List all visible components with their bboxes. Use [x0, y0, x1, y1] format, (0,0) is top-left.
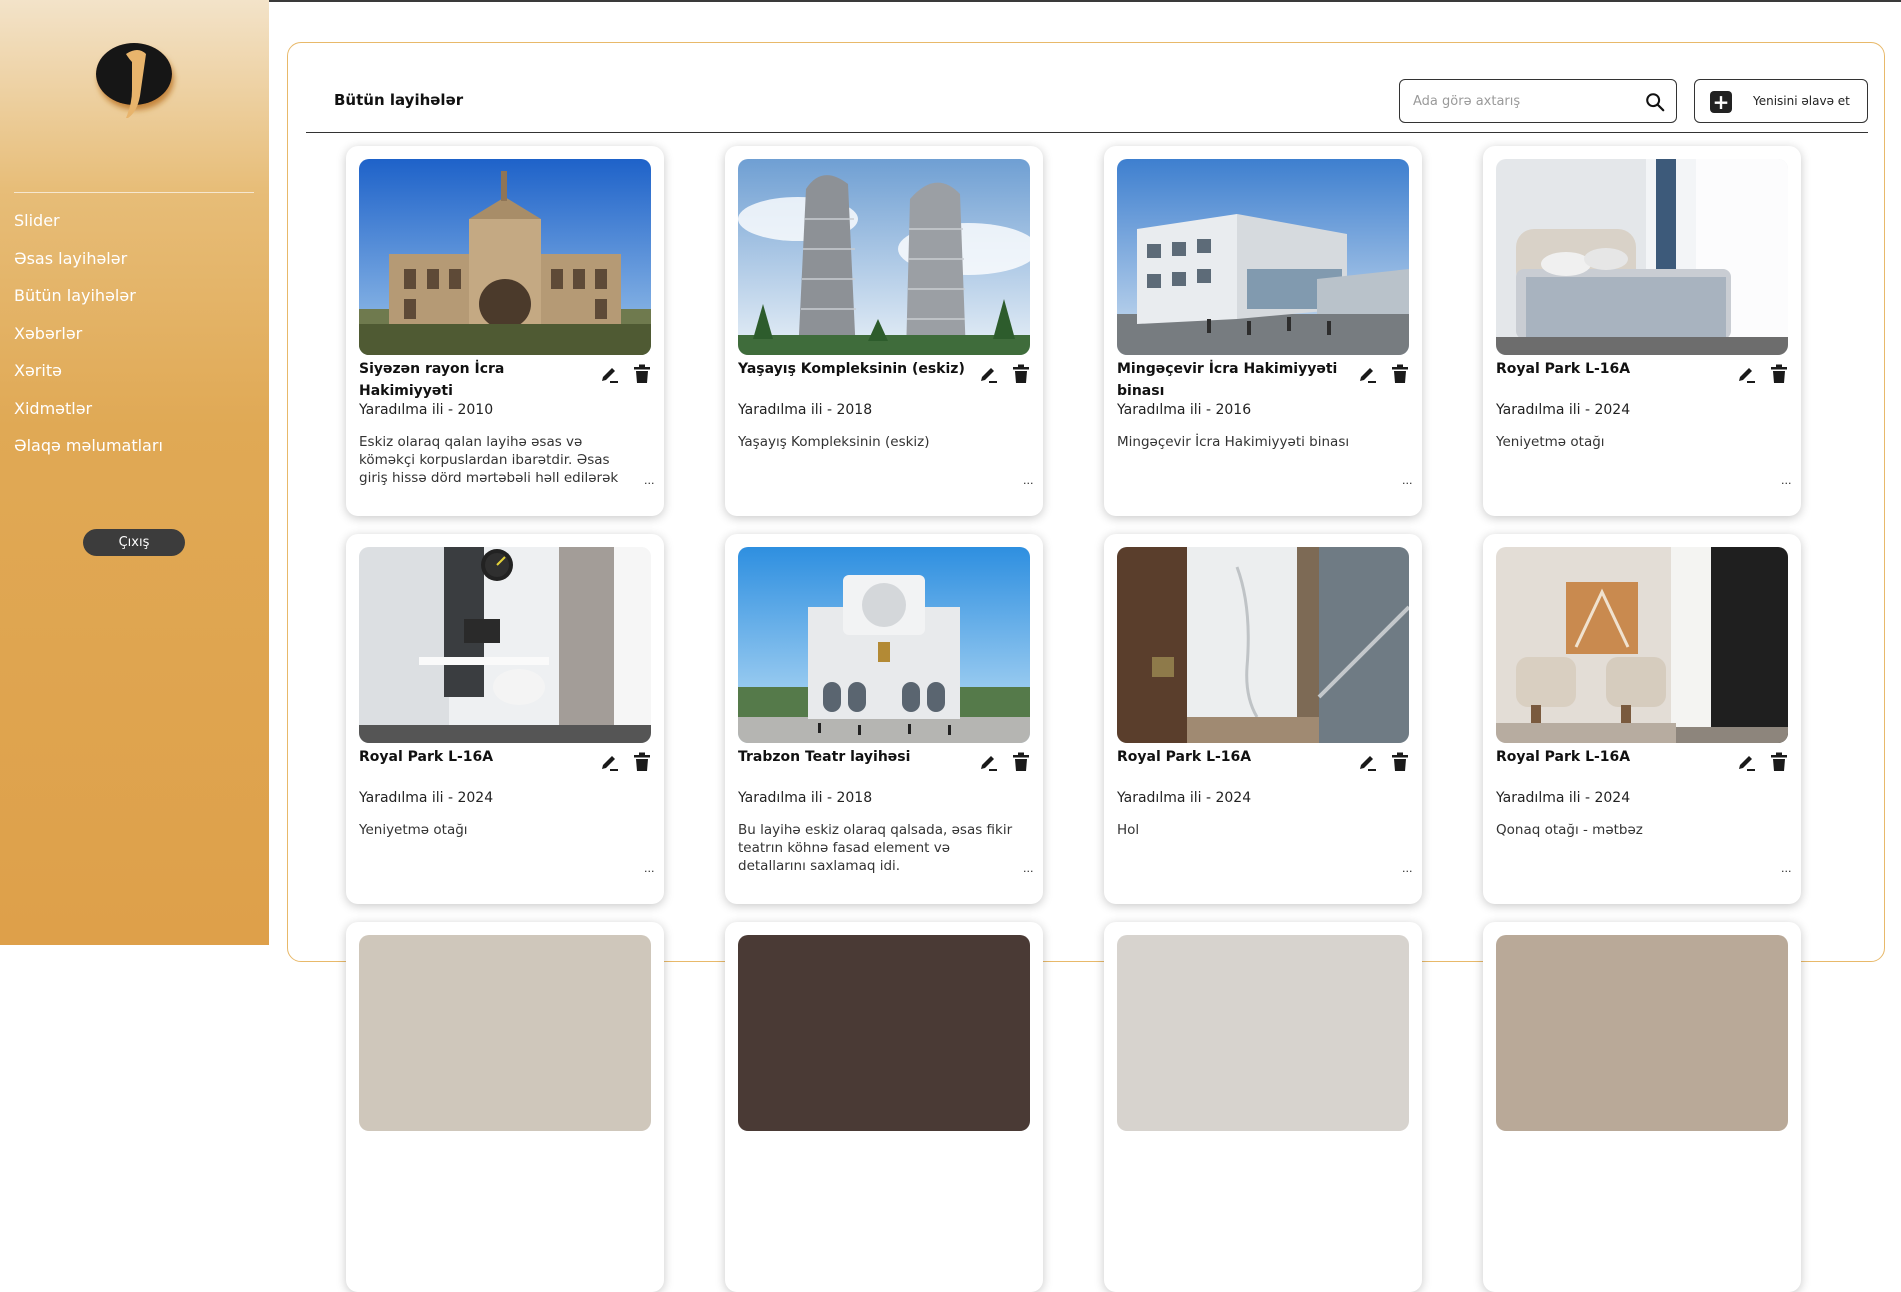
edit-icon[interactable]: [599, 364, 619, 384]
project-title: Royal Park L-16A: [1496, 749, 1631, 765]
edit-icon[interactable]: [1736, 364, 1756, 384]
delete-icon[interactable]: [1012, 752, 1030, 772]
more-indicator[interactable]: ...: [644, 862, 655, 875]
plus-icon: +: [1710, 91, 1732, 113]
project-year: Yaradılma ili - 2016: [1117, 402, 1252, 418]
sidebar-item-services[interactable]: Xidmətlər: [14, 398, 163, 436]
project-year: Yaradılma ili - 2024: [1117, 790, 1252, 806]
delete-icon[interactable]: [633, 752, 651, 772]
sidebar-item-all-projects[interactable]: Bütün layihələr: [14, 285, 163, 323]
project-card: Siyəzən rayon İcra Hakimiyyəti Yaradılma…: [346, 146, 664, 516]
project-title: Royal Park L-16A: [1117, 749, 1252, 765]
more-indicator[interactable]: ...: [1781, 474, 1792, 487]
delete-icon[interactable]: [1770, 752, 1788, 772]
project-grid: Siyəzən rayon İcra Hakimiyyəti Yaradılma…: [346, 146, 1846, 1292]
project-image-palace[interactable]: [359, 159, 651, 355]
project-image-theatre[interactable]: [738, 547, 1030, 743]
delete-icon[interactable]: [1391, 364, 1409, 384]
delete-icon[interactable]: [633, 364, 651, 384]
more-indicator[interactable]: ...: [1023, 474, 1034, 487]
project-image-living-room[interactable]: [1496, 547, 1788, 743]
sidebar-item-news[interactable]: Xəbərlər: [14, 323, 163, 361]
project-card: Royal Park L-16A Yaradılma ili - 2024 Qo…: [1483, 534, 1801, 904]
more-indicator[interactable]: ...: [644, 474, 655, 487]
project-year: Yaradılma ili - 2018: [738, 790, 873, 806]
project-image[interactable]: [1117, 935, 1409, 1131]
project-card: [1104, 922, 1422, 1292]
delete-icon[interactable]: [1391, 752, 1409, 772]
search-input[interactable]: [1413, 91, 1633, 111]
project-image-hallway[interactable]: [1117, 547, 1409, 743]
project-year: Yaradılma ili - 2010: [359, 402, 494, 418]
project-card: Trabzon Teatr layihəsi Yaradılma ili - 2…: [725, 534, 1043, 904]
sidebar: Slider Əsas layihələr Bütün layihələr Xə…: [0, 0, 269, 945]
project-description: Eskiz olaraq qalan layihə əsas və köməkç…: [359, 434, 619, 486]
project-title: Yaşayış Kompleksinin (eskiz): [738, 361, 965, 377]
project-description: Mingəçevir İcra Hakimiyyəti binası: [1117, 434, 1350, 450]
top-border: [0, 0, 1901, 2]
project-title: Siyəzən rayon İcra Hakimiyyəti: [359, 361, 505, 399]
project-title: Mingəçevir İcra Hakimiyyəti binası: [1117, 361, 1338, 399]
project-description: Qonaq otağı - mətbəz: [1496, 822, 1643, 838]
more-indicator[interactable]: ...: [1023, 862, 1034, 875]
project-image-twin-towers[interactable]: [738, 159, 1030, 355]
project-card: Royal Park L-16A Yaradılma ili - 2024 Ye…: [346, 534, 664, 904]
project-image[interactable]: [1496, 935, 1788, 1131]
project-card: [1483, 922, 1801, 1292]
delete-icon[interactable]: [1012, 364, 1030, 384]
sidebar-item-contact[interactable]: Əlaqə məlumatları: [14, 435, 163, 473]
project-year: Yaradılma ili - 2024: [1496, 790, 1631, 806]
project-card: [346, 922, 664, 1292]
project-title: Trabzon Teatr layihəsi: [738, 749, 911, 765]
sidebar-nav: Slider Əsas layihələr Bütün layihələr Xə…: [14, 210, 163, 473]
project-title: Royal Park L-16A: [1496, 361, 1631, 377]
edit-icon[interactable]: [978, 364, 998, 384]
sidebar-divider: [14, 192, 254, 193]
sidebar-item-map[interactable]: Xəritə: [14, 360, 163, 398]
sidebar-item-main-projects[interactable]: Əsas layihələr: [14, 248, 163, 286]
project-title: Royal Park L-16A: [359, 749, 494, 765]
brand-logo-icon[interactable]: [86, 32, 182, 128]
edit-icon[interactable]: [599, 752, 619, 772]
project-description: Yaşayış Kompleksinin (eskiz): [738, 434, 930, 450]
more-indicator[interactable]: ...: [1781, 862, 1792, 875]
projects-panel: Bütün layihələr + Yenisini əlavə et: [287, 42, 1885, 1292]
search-box: [1399, 79, 1677, 123]
project-description: Yeniyetmə otağı: [359, 822, 468, 838]
sidebar-item-slider[interactable]: Slider: [14, 210, 163, 248]
project-card: Yaşayış Kompleksinin (eskiz) Yaradılma i…: [725, 146, 1043, 516]
project-card: Royal Park L-16A Yaradılma ili - 2024 Ho…: [1104, 534, 1422, 904]
project-description: Yeniyetmə otağı: [1496, 434, 1605, 450]
logout-button[interactable]: Çıxış: [83, 529, 185, 556]
delete-icon[interactable]: [1770, 364, 1788, 384]
project-description: Bu layihə eskiz olaraq qalsada, əsas fik…: [738, 822, 1013, 874]
project-card: [725, 922, 1043, 1292]
add-project-button[interactable]: + Yenisini əlavə et: [1694, 79, 1868, 123]
project-card: Mingəçevir İcra Hakimiyyəti binası Yarad…: [1104, 146, 1422, 516]
edit-icon[interactable]: [1357, 364, 1377, 384]
more-indicator[interactable]: ...: [1402, 862, 1413, 875]
project-year: Yaradılma ili - 2018: [738, 402, 873, 418]
project-description: Hol: [1117, 822, 1140, 838]
project-card: Royal Park L-16A Yaradılma ili - 2024 Ye…: [1483, 146, 1801, 516]
edit-icon[interactable]: [1357, 752, 1377, 772]
project-image[interactable]: [738, 935, 1030, 1131]
search-icon[interactable]: [1644, 91, 1666, 113]
project-image-study-room[interactable]: [359, 547, 651, 743]
header-divider: [306, 132, 1868, 133]
edit-icon[interactable]: [978, 752, 998, 772]
project-image-bedroom[interactable]: [1496, 159, 1788, 355]
project-year: Yaradılma ili - 2024: [1496, 402, 1631, 418]
edit-icon[interactable]: [1736, 752, 1756, 772]
project-image[interactable]: [359, 935, 651, 1131]
project-image-modern-office[interactable]: [1117, 159, 1409, 355]
more-indicator[interactable]: ...: [1402, 474, 1413, 487]
add-project-label: Yenisini əlavə et: [1753, 94, 1850, 108]
page-title: Bütün layihələr: [334, 91, 464, 109]
project-year: Yaradılma ili - 2024: [359, 790, 494, 806]
